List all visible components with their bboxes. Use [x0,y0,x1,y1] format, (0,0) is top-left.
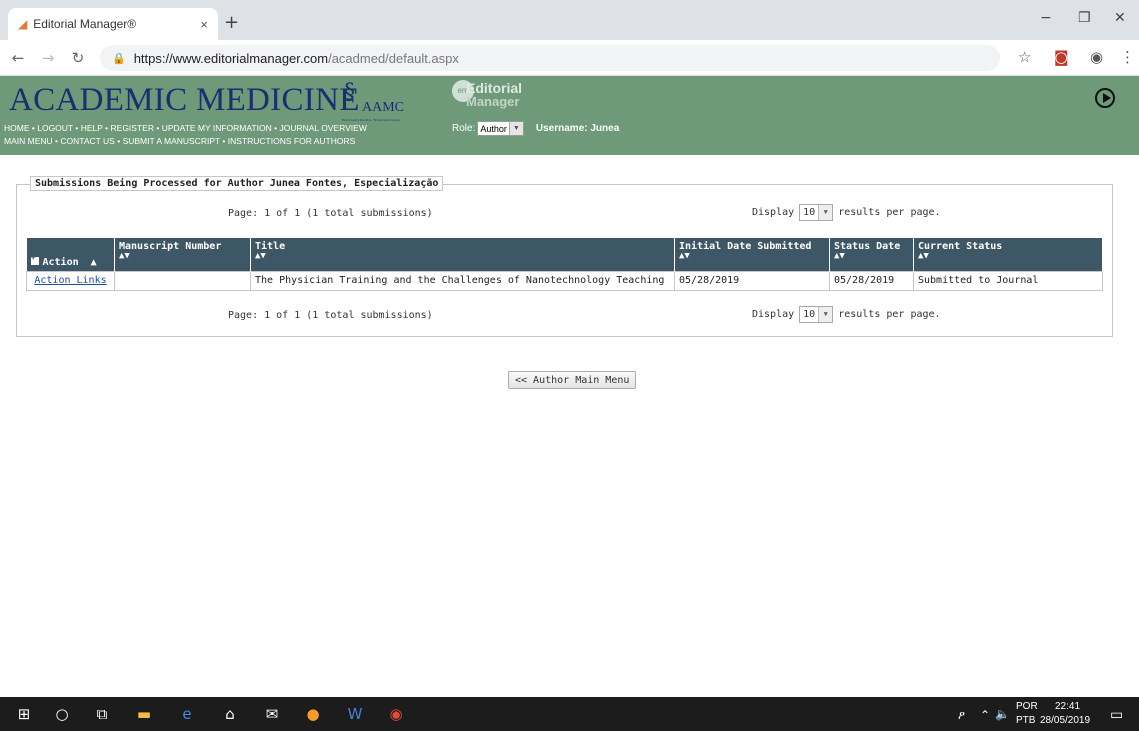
edge-browser-icon[interactable]: e [177,704,197,724]
column-initial-date[interactable]: Initial Date Submitted ▲▼ [674,238,830,271]
nav-row-1: HOME • LOGOUT • HELP • REGISTER • UPDATE… [4,123,367,133]
sort-icon[interactable]: ▲▼ [834,252,909,261]
minimize-icon[interactable]: − [1040,10,1052,26]
role-label: Role: [452,123,476,134]
reload-icon[interactable]: ↻ [66,49,90,67]
nav-contact-us[interactable]: CONTACT US [60,136,114,146]
sort-up-icon[interactable]: ▲ [91,257,97,268]
people-icon[interactable]: ዖ [958,708,965,723]
role-area: Role: Author ▼ Username: Junea [452,121,619,136]
submissions-table: Action ▲ Manuscript Number ▲▼ Title ▲▼ I… [26,238,1103,291]
restore-icon[interactable]: ❐ [1078,10,1091,26]
nav-journal-overview[interactable]: JOURNAL OVERVIEW [279,123,366,133]
back-arrow-icon[interactable]: ← [6,49,30,67]
nav-help[interactable]: HELP [81,123,103,133]
cell-title: The Physician Training and the Challenge… [250,270,675,291]
table-header-row: Action ▲ Manuscript Number ▲▼ Title ▲▼ I… [26,238,1103,271]
url-domain: https://www.editorialmanager.com [133,50,329,66]
play-icon[interactable] [1095,88,1115,108]
column-status-date[interactable]: Status Date ▲▼ [829,238,914,271]
url-path: /acadmed/default.aspx [328,50,459,66]
taskbar: ⊞ ○ ⧉ ▬ e ⌂ ✉ ● W ◉ ዖ ⌃ 🔈 POR PTB 22:41 … [0,697,1139,731]
chevron-down-icon: ▼ [508,122,523,135]
profile-icon[interactable]: ◉ [1090,48,1103,66]
nav-main-menu[interactable]: MAIN MENU [4,136,53,146]
mail-icon[interactable]: ✉ [262,704,282,724]
notification-icon[interactable]: ▭ [1110,706,1123,723]
column-action[interactable]: Action ▲ [26,238,115,271]
caduceus-icon: § [344,80,355,105]
tab-title: Editorial Manager® [33,17,137,31]
table-row: Action Links The Physician Training and … [26,270,1103,291]
chrome-icon[interactable]: ◉ [386,704,406,724]
column-title[interactable]: Title ▲▼ [250,238,675,271]
file-explorer-icon[interactable]: ▬ [134,704,154,724]
chevron-up-icon[interactable]: ⌃ [980,708,990,722]
windows-start-icon[interactable]: ⊞ [14,704,34,724]
cell-status-date: 05/28/2019 [829,270,914,291]
sort-icon[interactable]: ▲▼ [679,252,825,261]
clock-time[interactable]: 22:41 [1055,701,1080,712]
star-bookmark-icon[interactable]: ☆ [1018,48,1031,66]
pager-bottom: Page: 1 of 1 (1 total submissions) [228,310,433,321]
cell-initial-date: 05/28/2019 [674,270,830,291]
display-bottom: Display 10 ▼ results per page. [752,306,941,323]
sort-icon[interactable]: ▲▼ [918,252,1098,261]
column-manuscript-number[interactable]: Manuscript Number ▲▼ [114,238,251,271]
editorial-manager-favicon-icon: ◢ [18,17,28,31]
sort-icon[interactable]: ▲▼ [119,252,246,261]
journal-title[interactable]: ACADEMIC MEDICINE [9,82,360,119]
nav-row-2: MAIN MENU • CONTACT US • SUBMIT A MANUSC… [4,136,356,146]
header-nav: HOME • LOGOUT • HELP • REGISTER • UPDATE… [4,122,367,148]
cell-manuscript-number [114,270,251,291]
results-per-page-select[interactable]: 10 ▼ [799,204,834,221]
new-tab-button[interactable]: + [224,12,239,33]
menu-dots-icon[interactable]: ⋮ [1120,48,1135,66]
chevron-down-icon: ▼ [818,307,833,322]
nav-register[interactable]: REGISTER [111,123,154,133]
author-main-menu-button[interactable]: << Author Main Menu [508,371,637,389]
shield-app-icon[interactable]: ● [303,704,323,724]
word-icon[interactable]: W [345,704,365,724]
browser-tabbar: ◢ Editorial Manager® × + − ❐ ✕ [0,0,1139,40]
username-label: Username: Junea [535,123,620,134]
forward-arrow-icon[interactable]: → [36,49,60,67]
close-window-icon[interactable]: ✕ [1114,10,1126,26]
clock-date[interactable]: 28/05/2019 [1040,715,1090,726]
nav-update-info[interactable]: UPDATE MY INFORMATION [162,123,272,133]
role-select[interactable]: Author ▼ [477,121,524,136]
display-top: Display 10 ▼ results per page. [752,204,941,221]
chevron-down-icon: ▼ [818,205,833,220]
sort-icon[interactable]: ▲▼ [255,252,670,261]
task-view-icon[interactable]: ⧉ [92,704,112,724]
results-per-page-select[interactable]: 10 ▼ [799,306,834,323]
nav-home[interactable]: HOME [4,123,30,133]
nav-instructions[interactable]: INSTRUCTIONS FOR AUTHORS [228,136,356,146]
expand-icon[interactable] [30,253,39,265]
column-current-status[interactable]: Current Status ▲▼ [913,238,1103,271]
nav-submit-manuscript[interactable]: SUBMIT A MANUSCRIPT [123,136,220,146]
editorial-manager-logo: em Editorial Manager [452,78,542,114]
language-top[interactable]: POR [1016,701,1038,712]
journal-header: ACADEMIC MEDICINE § AAMC Tomorrow's Doct… [0,76,1139,155]
cell-current-status: Submitted to Journal [913,270,1103,291]
tab-close-icon[interactable]: × [200,17,208,32]
volume-icon[interactable]: 🔈 [995,707,1010,721]
nav-logout[interactable]: LOGOUT [37,123,73,133]
action-links-link[interactable]: Action Links [34,275,106,286]
aamc-logo: § AAMC Tomorrow's Doctors, Tomorrow's Cu… [342,80,405,122]
store-icon[interactable]: ⌂ [220,704,240,724]
pager-top: Page: 1 of 1 (1 total submissions) [228,208,433,219]
cell-action: Action Links [26,270,115,291]
lock-icon: 🔒 [112,52,126,65]
browser-tab[interactable]: ◢ Editorial Manager® × [8,8,218,40]
panel-legend: Submissions Being Processed for Author J… [30,176,444,191]
extension-icon[interactable]: ◙ [1054,48,1069,66]
language-bottom[interactable]: PTB [1016,715,1035,726]
search-icon[interactable]: ○ [52,704,72,724]
address-bar[interactable]: 🔒 https://www.editorialmanager.com/acadm… [100,45,1000,71]
